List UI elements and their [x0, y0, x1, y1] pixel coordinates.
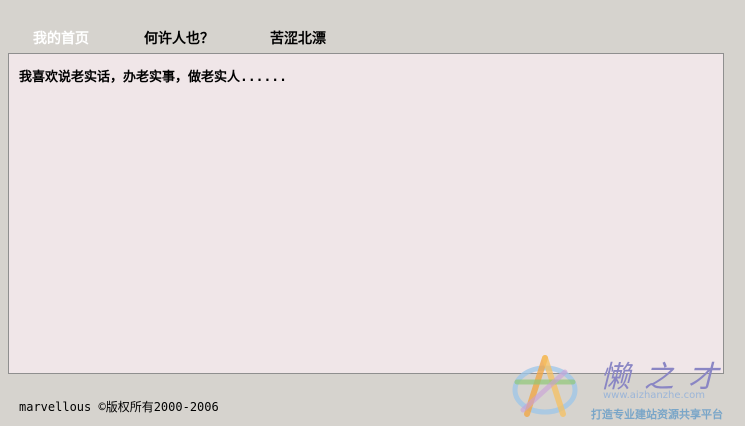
nav-item-beipiao[interactable]: 苦涩北漂 — [270, 29, 326, 49]
footer-copyright: marvellous ©版权所有2000-2006 — [19, 400, 219, 414]
content-text: 我喜欢说老实话，办老实事，做老实人...... — [19, 70, 287, 85]
content-panel: 我喜欢说老实话，办老实事，做老实人...... — [8, 53, 724, 374]
page: 我的首页 何许人也？ 苦涩北漂 我喜欢说老实话，办老实事，做老实人...... … — [0, 0, 745, 426]
watermark-logo-icon — [512, 355, 578, 417]
nav-item-about[interactable]: 何许人也？ — [144, 29, 214, 49]
watermark-url: www.aizhanzhe.com — [603, 390, 706, 401]
watermark: 懒之才 www.aizhanzhe.com 打造专业建站资源共享平台 — [505, 350, 743, 426]
nav-item-home[interactable]: 我的首页 — [33, 29, 89, 49]
watermark-slogan: 打造专业建站资源共享平台 — [591, 408, 723, 421]
